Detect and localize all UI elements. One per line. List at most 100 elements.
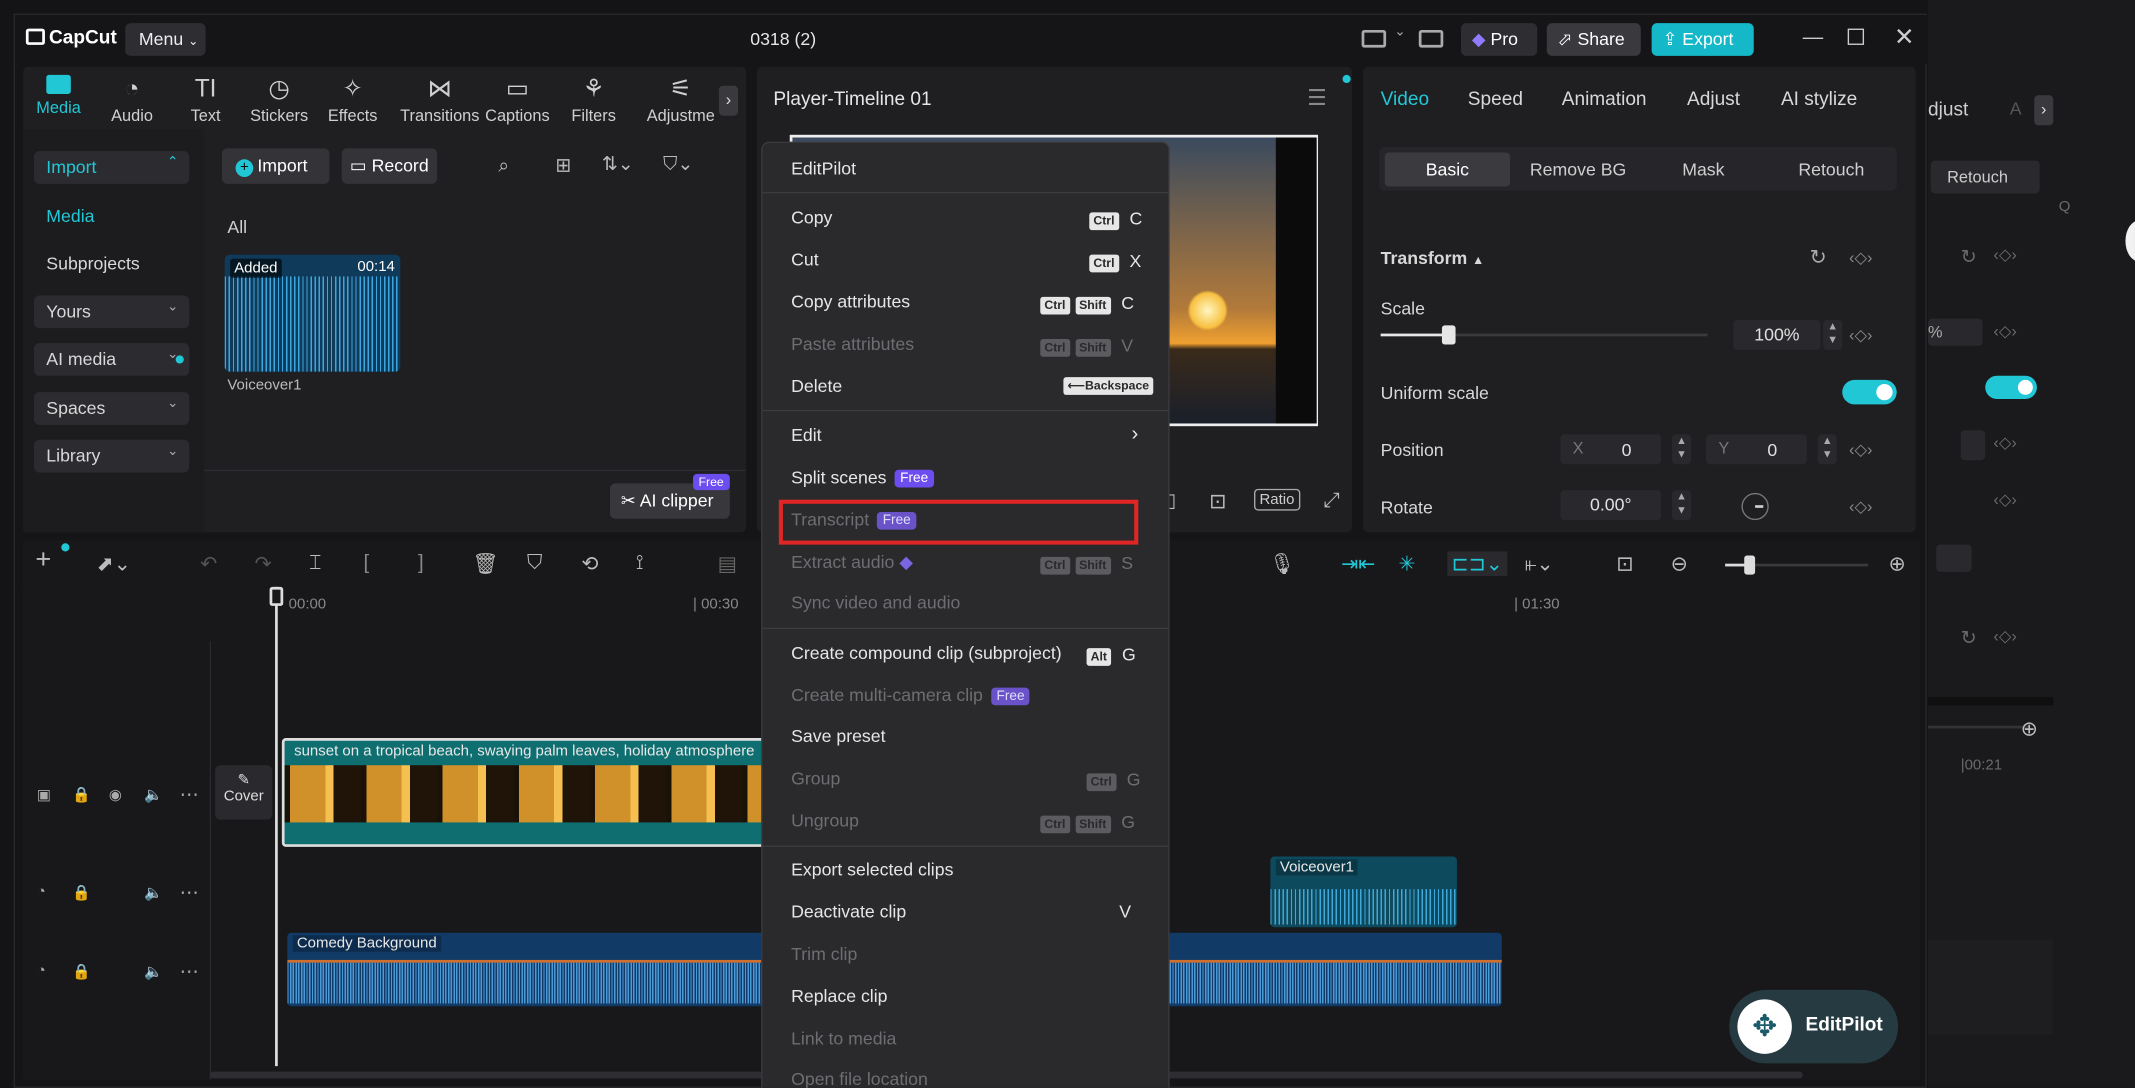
speaker-icon[interactable]: 🔈: [144, 963, 163, 980]
shortcuts-icon[interactable]: [1418, 29, 1444, 48]
position-y-field[interactable]: Y 0: [1706, 434, 1807, 465]
tab-effects[interactable]: ✧ Effects: [315, 75, 391, 125]
fullscreen-icon[interactable]: ⤢: [1323, 489, 1339, 512]
tab-animation[interactable]: Animation: [1562, 87, 1647, 109]
media-asset-voiceover1[interactable]: Added 00:14: [224, 254, 401, 372]
tab-speed[interactable]: Speed: [1468, 87, 1523, 109]
subtab-basic[interactable]: Basic: [1384, 152, 1511, 187]
chevron-down-icon[interactable]: ⌄: [1394, 25, 1405, 40]
filter-icon[interactable]: ⛉⌄: [663, 152, 693, 175]
zoom-out-icon[interactable]: ⊖: [1671, 551, 1688, 576]
lock-icon[interactable]: 🔒: [72, 786, 91, 803]
sidebar-subprojects[interactable]: Subprojects: [34, 248, 189, 281]
pro-button[interactable]: ◆ Pro: [1460, 23, 1538, 56]
maximize-icon[interactable]: [1847, 28, 1865, 45]
more-tools-icon[interactable]: ▤: [718, 551, 737, 576]
delete-icon[interactable]: 🗑: [472, 551, 498, 576]
thumbnail-icon[interactable]: ⊡: [1616, 551, 1633, 576]
keyframe-icon[interactable]: ‹◇›: [1849, 440, 1872, 459]
menu-item-export-selected-clips[interactable]: Export selected clips: [791, 859, 953, 879]
menu-item-delete[interactable]: Delete: [791, 376, 842, 396]
menu-item-create-compound-clip[interactable]: Create compound clip (subproject): [791, 643, 1062, 663]
tabs-scroll-right-icon[interactable]: ›: [718, 85, 738, 116]
link-clips-icon[interactable]: ⊏⊐⌄: [1447, 551, 1507, 576]
add-track-icon[interactable]: +: [35, 545, 51, 576]
sidebar-library[interactable]: Library ⌄: [34, 439, 190, 473]
scale-stepper[interactable]: ▲ ▼: [1823, 319, 1843, 350]
ratio-button[interactable]: Ratio: [1254, 488, 1300, 511]
crop-icon[interactable]: ⟲: [581, 551, 598, 576]
lock-icon[interactable]: 🔒: [72, 884, 91, 901]
menu-item-cut[interactable]: Cut: [791, 249, 819, 269]
cover-button[interactable]: ✎ Cover: [215, 765, 273, 820]
hamburger-icon[interactable]: ☰: [1307, 84, 1327, 111]
x-stepper[interactable]: ▲ ▼: [1672, 434, 1692, 465]
sidebar-media[interactable]: Media: [34, 200, 189, 233]
keyframe-icon[interactable]: ‹◇›: [1849, 325, 1872, 344]
marker-icon[interactable]: ⛉: [527, 551, 542, 574]
speaker-icon[interactable]: 🔈: [144, 786, 163, 803]
zoom-fit-icon[interactable]: ⊡: [1209, 489, 1226, 513]
minimize-icon[interactable]: —: [1803, 26, 1823, 49]
speed-icon[interactable]: ⟟: [636, 551, 644, 574]
preview-axis-icon[interactable]: ⫦⌄: [1525, 551, 1554, 576]
tab-audio[interactable]: ◔ Audio: [94, 75, 170, 125]
menu-button[interactable]: Menu ⌄: [125, 23, 206, 56]
import-button[interactable]: + Import: [221, 148, 330, 184]
more-icon[interactable]: ⋯: [180, 783, 199, 806]
sort-icon[interactable]: ⇅⌄: [602, 152, 634, 175]
playhead[interactable]: [275, 586, 278, 1067]
uniform-scale-toggle[interactable]: [1842, 379, 1897, 405]
main-track-magnet-icon[interactable]: ⇥⇤: [1341, 551, 1375, 576]
editpilot-button[interactable]: ✥ EditPilot: [1729, 989, 1899, 1064]
grid-view-icon[interactable]: ⊞: [556, 154, 572, 177]
select-tool-icon[interactable]: ⬈⌄: [97, 551, 131, 576]
menu-item-copy-attributes[interactable]: Copy attributes: [791, 291, 910, 311]
position-x-field[interactable]: X 0: [1560, 434, 1662, 465]
layout-icon[interactable]: [1361, 29, 1387, 48]
scale-value-field[interactable]: 100%: [1733, 319, 1821, 350]
tab-media[interactable]: Media: [20, 74, 96, 117]
sidebar-spaces[interactable]: Spaces ⌄: [34, 392, 190, 425]
microphone-icon[interactable]: 🎙: [1269, 551, 1295, 576]
redo-icon[interactable]: ↷: [255, 551, 272, 576]
menu-item-split-scenes[interactable]: Split scenes Free: [791, 467, 934, 488]
tab-filters[interactable]: ⚘ Filters: [556, 75, 632, 125]
keyframe-icon[interactable]: ‹◇›: [1849, 497, 1872, 516]
tab-adjust[interactable]: Adjust: [1687, 87, 1740, 109]
record-button[interactable]: ▭ Record: [341, 148, 438, 184]
export-button[interactable]: ⇪ Export: [1651, 23, 1754, 56]
rotate-stepper[interactable]: ▲ ▼: [1672, 490, 1692, 521]
sidebar-yours[interactable]: Yours ⌄: [34, 295, 190, 329]
split-icon[interactable]: ⌶: [309, 551, 321, 574]
lock-icon[interactable]: 🔒: [72, 963, 91, 980]
sidebar-ai-media[interactable]: AI media ⌄: [34, 343, 190, 376]
menu-item-replace-clip[interactable]: Replace clip: [791, 986, 887, 1006]
zoom-thumb[interactable]: [1744, 555, 1756, 575]
auto-snap-icon[interactable]: ✳: [1398, 551, 1415, 576]
voiceover-clip[interactable]: Voiceover1: [1270, 856, 1457, 928]
transform-header[interactable]: Transform ▲: [1381, 248, 1485, 268]
tab-adjustment[interactable]: ⚟ Adjustme: [636, 75, 726, 125]
tab-ai-stylize[interactable]: AI stylize: [1781, 87, 1857, 109]
menu-item-deactivate-clip[interactable]: Deactivate clip: [791, 901, 906, 921]
menu-item-copy[interactable]: Copy: [791, 207, 832, 227]
rotate-dial[interactable]: [1741, 492, 1769, 521]
tab-text[interactable]: TI Text: [167, 75, 243, 125]
speaker-icon[interactable]: 🔈: [144, 884, 163, 901]
zoom-slider[interactable]: [1725, 555, 1869, 575]
playhead-handle[interactable]: [269, 586, 284, 606]
scale-slider[interactable]: [1380, 325, 1708, 345]
subtab-retouch[interactable]: Retouch: [1769, 152, 1894, 186]
subtab-remove-bg[interactable]: Remove BG: [1515, 152, 1640, 186]
video-clip[interactable]: sunset on a tropical beach, swaying palm…: [281, 737, 767, 847]
close-icon[interactable]: ✕: [1894, 23, 1915, 52]
rotate-value-field[interactable]: 0.00°: [1560, 490, 1662, 521]
tab-stickers[interactable]: ◷ Stickers: [241, 75, 317, 125]
tab-transitions[interactable]: ⋈ Transitions: [396, 75, 483, 125]
keyframe-icon[interactable]: ‹◇›: [1849, 248, 1872, 267]
eye-icon[interactable]: ◉: [109, 786, 122, 803]
split-left-icon[interactable]: [: [364, 551, 370, 574]
split-right-icon[interactable]: ]: [418, 551, 424, 574]
menu-item-editpilot[interactable]: EditPilot: [791, 158, 856, 178]
